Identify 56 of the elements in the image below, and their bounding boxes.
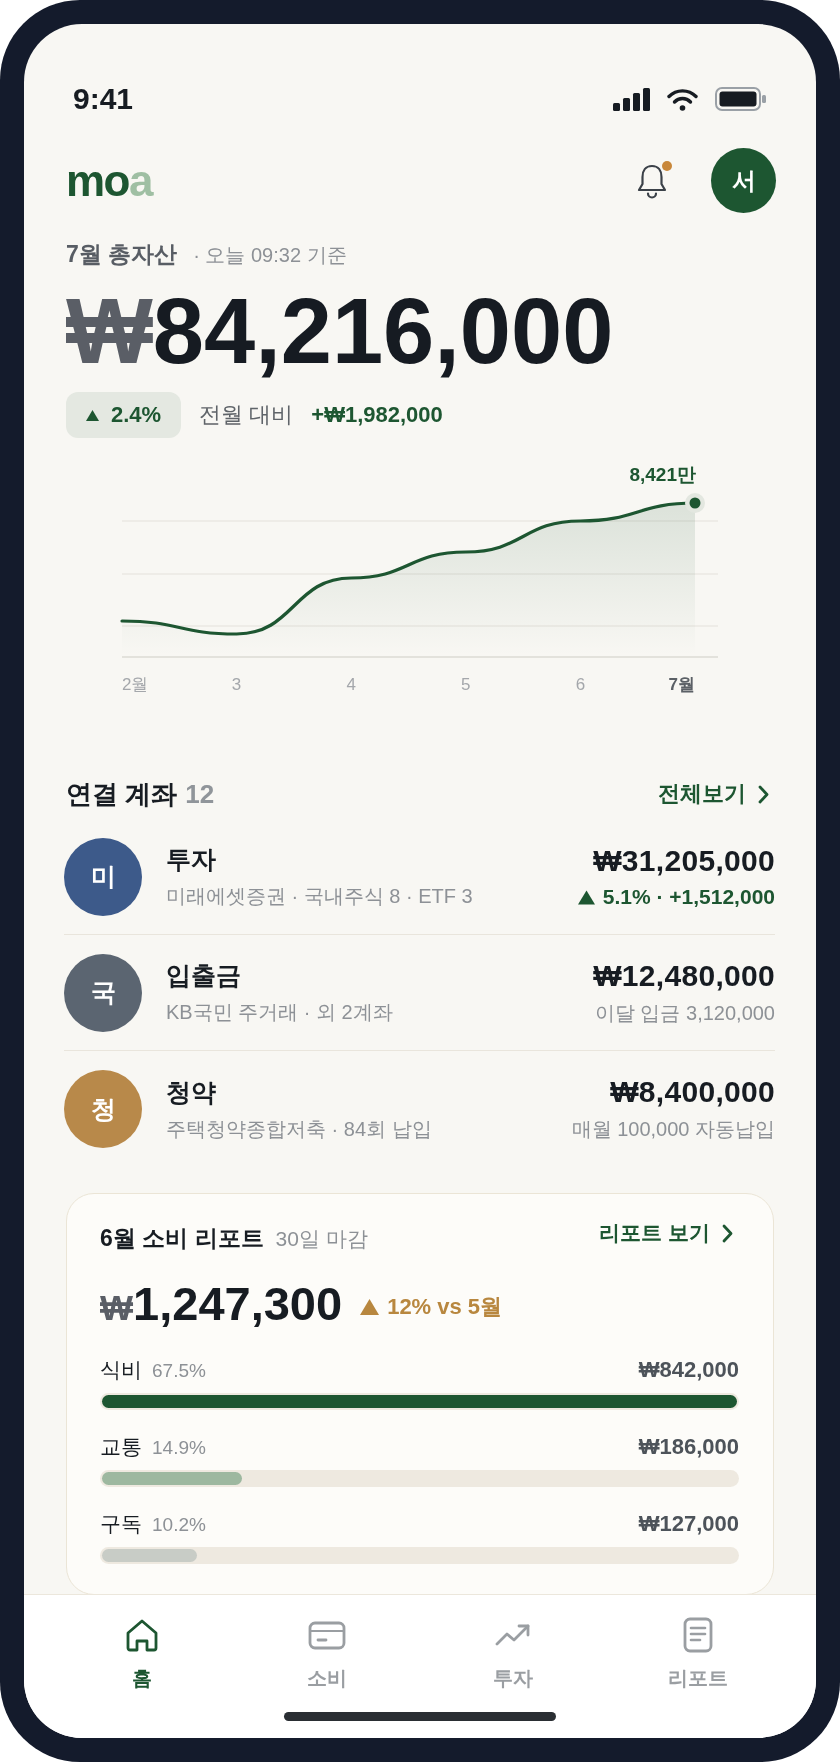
change-percent: 2.4% — [111, 402, 162, 428]
app-logo: moa — [66, 158, 152, 203]
category-share: 10.2% — [152, 1513, 206, 1537]
category-name: 식비 — [100, 1357, 142, 1383]
axis-label: 5 — [461, 675, 471, 694]
status-time: 9:41 — [73, 82, 134, 116]
category-amount: ₩186,000 — [638, 1434, 739, 1460]
section-title: 연결 계좌 — [66, 777, 178, 811]
profile-avatar[interactable]: 서 — [711, 148, 776, 213]
chevron-right-icon — [758, 784, 769, 804]
category-amount: ₩842,000 — [638, 1357, 739, 1383]
report-change: 12% vs 5월 — [387, 1292, 503, 1321]
view-all-link[interactable]: 전체보기 — [658, 779, 769, 809]
account-detail: KB국민 주거래 · 외 2계좌 — [166, 1000, 393, 1025]
nav-tab[interactable]: 홈 — [123, 1595, 160, 1692]
account-name: 입출금 — [166, 960, 241, 991]
category-name: 교통 — [100, 1434, 142, 1460]
bank-avatar: 국 — [64, 953, 142, 1032]
account-balance: ₩12,480,000 — [593, 958, 775, 993]
account-detail: 미래에셋증권 · 국내주식 8 · ETF 3 — [166, 884, 473, 909]
axis-label: 7월 — [668, 675, 695, 694]
category-name: 구독 — [100, 1511, 142, 1537]
account-name: 투자 — [166, 844, 216, 875]
category-share: 14.9% — [152, 1436, 206, 1460]
change-label: 전월 대비 — [199, 401, 294, 429]
account-change: 5.1% · +1,512,000 — [602, 885, 775, 909]
axis-label: 2월 — [122, 675, 149, 694]
updated-time: · 오늘 09:32 기준 — [193, 243, 347, 268]
report-period: 30일 마감 — [275, 1225, 368, 1252]
total-amount: ₩84,216,000 — [66, 285, 614, 377]
change-amount: +₩1,982,000 — [311, 402, 443, 428]
account-note: 이달 입금 3,120,000 — [594, 1000, 775, 1026]
total-assets-label: 7월 총자산 — [66, 240, 178, 269]
account-detail: 주택청약종합저축 · 84회 납입 — [166, 1116, 432, 1142]
signal-icon — [613, 87, 650, 111]
account-balance: ₩31,205,000 — [593, 844, 775, 878]
category-amount: ₩127,000 — [638, 1511, 739, 1537]
bank-avatar: 청 — [64, 1070, 142, 1148]
chevron-right-icon — [722, 1223, 733, 1243]
axis-label: 3 — [231, 675, 242, 694]
account-balance: ₩8,400,000 — [610, 1075, 775, 1109]
account-name: 청약 — [166, 1076, 216, 1108]
report-title: 6월 소비 리포트 — [100, 1223, 264, 1253]
account-count: 12 — [185, 778, 215, 810]
category-share: 67.5% — [152, 1359, 206, 1383]
axis-label: 6 — [575, 675, 586, 694]
data-point-icon — [685, 493, 705, 513]
report-total: ₩1,247,300 — [100, 1280, 343, 1327]
report-link[interactable]: 리포트 보기 — [599, 1219, 733, 1247]
battery-icon — [715, 87, 766, 111]
notification-button[interactable] — [635, 161, 669, 200]
account-note: 매월 100,000 자동납입 — [571, 1117, 775, 1142]
value-label: 8,421만 — [629, 464, 696, 485]
wifi-icon — [667, 87, 698, 111]
axis-label: 4 — [346, 675, 356, 694]
bank-avatar: 미 — [64, 837, 142, 916]
